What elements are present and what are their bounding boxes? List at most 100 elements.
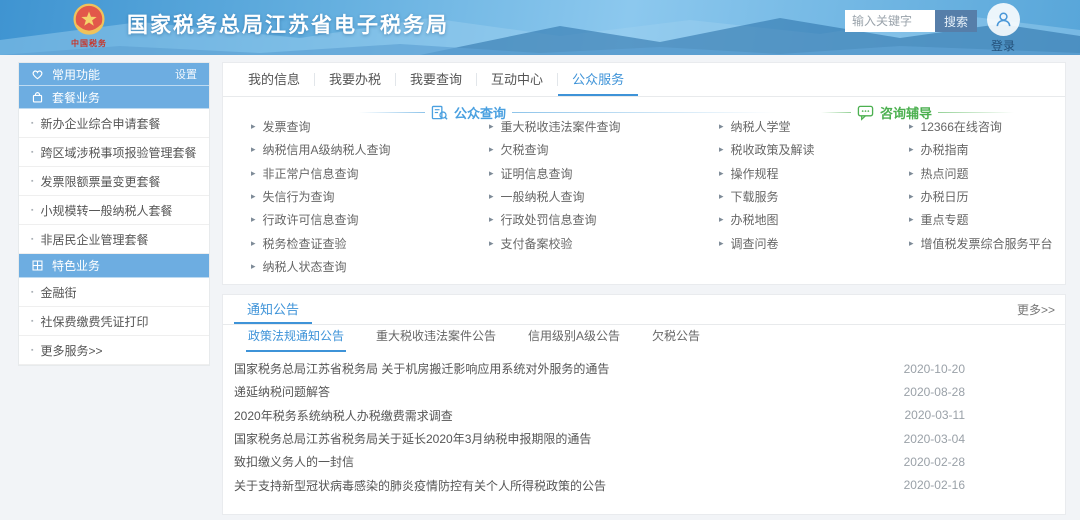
notice-subtabs: 政策法规通知公告 重大税收违法案件公告 信用级别A级公告 欠税公告 (223, 325, 1065, 352)
notice-date: 2020-10-20 (904, 362, 965, 376)
tab-query[interactable]: 我要查询 (396, 63, 476, 96)
sidebar-header-common[interactable]: 常用功能 设置 (19, 63, 209, 86)
settings-link[interactable]: 设置 (175, 66, 197, 82)
sidebar-header-label: 套餐业务 (52, 89, 100, 106)
arrow-icon: ▸ (909, 215, 914, 224)
link-item[interactable]: ▸ 办税日历 (909, 185, 1065, 208)
notice-row: 2020年税务系统纳税人办税缴费需求调查 2020-03-11 (223, 404, 1065, 427)
sidebar-item[interactable]: ▪ 社保费缴费凭证打印 (19, 307, 209, 336)
arrow-icon: ▸ (909, 145, 914, 154)
link-item[interactable]: ▸ 支付备案校验 (489, 231, 713, 254)
avatar-button[interactable] (987, 3, 1020, 36)
login-label[interactable]: 登录 (983, 37, 1023, 54)
tab-public-service[interactable]: 公众服务 (558, 63, 638, 96)
link-label: 热点问题 (921, 165, 969, 182)
sidebar-item-label: 跨区域涉税事项报验管理套餐 (40, 144, 196, 161)
link-item[interactable]: ▸ 行政处罚信息查询 (489, 208, 713, 231)
sidebar-header-special[interactable]: 特色业务 (19, 254, 209, 278)
link-label: 办税指南 (921, 141, 969, 158)
link-label: 发票查询 (263, 118, 311, 135)
sidebar-item[interactable]: ▪ 金融街 (19, 278, 209, 307)
link-item[interactable]: ▸ 税收政策及解读 (719, 138, 903, 161)
sidebar-item[interactable]: ▪ 非居民企业管理套餐 (19, 225, 209, 254)
tab-my-info[interactable]: 我的信息 (234, 63, 314, 96)
link-label: 纳税信用A级纳税人查询 (263, 141, 391, 158)
link-item[interactable]: ▸ 纳税信用A级纳税人查询 (251, 138, 483, 161)
subtab-major-violation[interactable]: 重大税收违法案件公告 (374, 327, 498, 352)
sidebar-item[interactable]: ▪ 小规模转一般纳税人套餐 (19, 196, 209, 225)
notice-row: 致扣缴义务人的一封信 2020-02-28 (223, 450, 1065, 473)
notice-title-link[interactable]: 国家税务总局江苏省税务局关于延长2020年3月纳税申报期限的通告 (234, 430, 884, 447)
link-item[interactable]: ▸ 纳税人状态查询 (251, 255, 483, 278)
notice-title-tab[interactable]: 通知公告 (234, 295, 312, 324)
notice-title-link[interactable]: 致扣缴义务人的一封信 (234, 453, 884, 470)
notice-row: 递延纳税问题解答 2020-08-28 (223, 380, 1065, 403)
sidebar-item[interactable]: ▪ 跨区域涉税事项报验管理套餐 (19, 138, 209, 167)
bullet-icon: ▪ (31, 207, 33, 214)
link-item[interactable]: ▸ 证明信息查询 (489, 162, 713, 185)
link-item[interactable]: ▸ 调查问卷 (719, 231, 903, 254)
sidebar-item[interactable]: ▪ 新办企业综合申请套餐 (19, 109, 209, 138)
link-item[interactable]: ▸ 纳税人学堂 (719, 115, 903, 138)
bullet-icon: ▪ (31, 120, 33, 127)
subtab-policy-notices[interactable]: 政策法规通知公告 (246, 327, 346, 352)
link-label: 欠税查询 (501, 141, 549, 158)
link-item[interactable]: ▸ 增值税发票综合服务平台 (909, 231, 1065, 254)
link-item[interactable]: ▸ 税务检查证查验 (251, 231, 483, 254)
link-item[interactable]: ▸ 一般纳税人查询 (489, 185, 713, 208)
sidebar-header-label: 常用功能 (52, 66, 100, 83)
site-title: 国家税务总局江苏省电子税务局 (127, 0, 449, 48)
bullet-icon: ▪ (31, 178, 33, 185)
search-button[interactable]: 搜索 (935, 10, 977, 32)
sidebar-item-label: 金融街 (40, 284, 76, 301)
link-label: 行政许可信息查询 (263, 211, 359, 228)
notice-date: 2020-02-28 (904, 455, 965, 469)
link-label: 办税日历 (921, 188, 969, 205)
subtab-credit-a[interactable]: 信用级别A级公告 (526, 327, 622, 352)
login-area[interactable]: 登录 (983, 3, 1023, 54)
bullet-icon: ▪ (31, 347, 33, 354)
sidebar-item[interactable]: ▪ 更多服务>> (19, 336, 209, 365)
arrow-icon: ▸ (489, 215, 494, 224)
arrow-icon: ▸ (909, 169, 914, 178)
link-item[interactable]: ▸ 办税指南 (909, 138, 1065, 161)
link-item[interactable]: ▸ 重点专题 (909, 208, 1065, 231)
link-item[interactable]: ▸ 非正常户信息查询 (251, 162, 483, 185)
subtab-tax-arrears[interactable]: 欠税公告 (650, 327, 702, 352)
link-item[interactable]: ▸ 行政许可信息查询 (251, 208, 483, 231)
main-card: 我的信息 我要办税 我要查询 互动中心 公众服务 公众查询 (222, 62, 1066, 285)
more-link[interactable]: 更多>> (1017, 301, 1055, 318)
link-item[interactable]: ▸ 操作规程 (719, 162, 903, 185)
arrow-icon: ▸ (909, 239, 914, 248)
sidebar-item-label: 新办企业综合申请套餐 (40, 115, 160, 132)
link-item[interactable]: ▸ 发票查询 (251, 115, 483, 138)
notice-title-link[interactable]: 递延纳税问题解答 (234, 383, 884, 400)
notice-title-link[interactable]: 2020年税务系统纳税人办税缴费需求调查 (234, 407, 885, 424)
notice-date: 2020-03-04 (904, 432, 965, 446)
tab-interaction-center[interactable]: 互动中心 (477, 63, 557, 96)
sidebar-header-package[interactable]: 套餐业务 (19, 86, 209, 109)
link-item[interactable]: ▸ 办税地图 (719, 208, 903, 231)
arrow-icon: ▸ (489, 239, 494, 248)
link-item[interactable]: ▸ 热点问题 (909, 162, 1065, 185)
link-item[interactable]: ▸ 下载服务 (719, 185, 903, 208)
link-label: 操作规程 (731, 165, 779, 182)
search-input[interactable] (845, 10, 935, 32)
link-item[interactable]: ▸ 失信行为查询 (251, 185, 483, 208)
arrow-icon: ▸ (251, 145, 256, 154)
notice-title-link[interactable]: 国家税务总局江苏省税务局 关于机房搬迁影响应用系统对外服务的通告 (234, 360, 884, 377)
link-item[interactable]: ▸ 重大税收违法案件查询 (489, 115, 713, 138)
link-item[interactable]: ▸ 欠税查询 (489, 138, 713, 161)
sidebar-item-label: 社保费缴费凭证打印 (40, 313, 148, 330)
divider-line (512, 112, 776, 113)
link-label: 税收政策及解读 (731, 141, 815, 158)
sidebar-special-items: ▪ 金融街 ▪ 社保费缴费凭证打印 ▪ 更多服务>> (19, 278, 209, 365)
notice-title-link[interactable]: 关于支持新型冠状病毒感染的肺炎疫情防控有关个人所得税政策的公告 (234, 477, 884, 494)
sidebar-item[interactable]: ▪ 发票限额票量变更套餐 (19, 167, 209, 196)
divider-line (821, 112, 851, 113)
arrow-icon: ▸ (489, 192, 494, 201)
link-item[interactable]: ▸ 12366在线咨询 (909, 115, 1065, 138)
link-label: 重点专题 (921, 211, 969, 228)
tab-tax-handling[interactable]: 我要办税 (315, 63, 395, 96)
logo-caption: 中国税务 (62, 38, 116, 49)
